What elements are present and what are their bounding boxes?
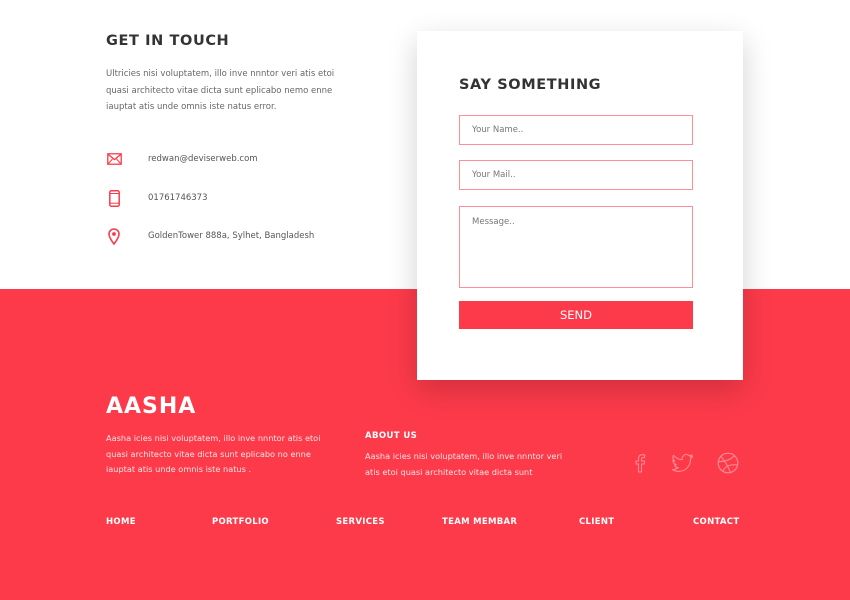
footer-nav-home[interactable]: HOME xyxy=(106,517,136,527)
mail-icon xyxy=(106,151,122,167)
facebook-icon[interactable] xyxy=(627,451,653,475)
about-us-title: ABOUT US xyxy=(365,431,418,441)
footer-nav-contact[interactable]: CONTACT xyxy=(693,517,739,527)
name-input[interactable] xyxy=(459,115,693,145)
contact-email-row: redwan@deviserweb.com xyxy=(106,151,258,167)
contact-phone[interactable]: 01761746373 xyxy=(148,193,208,203)
get-in-touch-title: GET IN TOUCH xyxy=(106,33,230,49)
footer-brand-logo[interactable]: AASHA xyxy=(106,394,196,419)
twitter-icon[interactable] xyxy=(670,451,696,475)
footer-nav-team-membar[interactable]: TEAM MEMBAR xyxy=(442,517,517,527)
location-pin-icon xyxy=(106,227,122,245)
contact-address: GoldenTower 888a, Sylhet, Bangladesh xyxy=(148,231,315,241)
contact-form-card: SAY SOMETHING SEND xyxy=(417,31,743,380)
message-textarea[interactable] xyxy=(459,206,693,288)
footer-nav-portfolio[interactable]: PORTFOLIO xyxy=(212,517,269,527)
footer-nav-services[interactable]: SERVICES xyxy=(336,517,385,527)
footer-brand-description: Aasha icies nisi voluptatem, illo inve n… xyxy=(106,433,321,474)
footer-nav-client[interactable]: CLIENT xyxy=(579,517,614,527)
form-title: SAY SOMETHING xyxy=(459,77,602,93)
send-button[interactable]: SEND xyxy=(459,301,693,329)
contact-address-row: GoldenTower 888a, Sylhet, Bangladesh xyxy=(106,227,314,245)
dribbble-icon[interactable] xyxy=(715,451,741,475)
phone-icon xyxy=(106,189,122,207)
contact-phone-row: 01761746373 xyxy=(106,189,208,207)
about-us-description: Aasha icies nisi voluptatem, illo inve n… xyxy=(365,451,563,477)
get-in-touch-description: Ultricies nisi voluptatem, illo inve nnn… xyxy=(106,69,335,112)
contact-email[interactable]: redwan@deviserweb.com xyxy=(148,154,258,164)
mail-input[interactable] xyxy=(459,160,693,190)
